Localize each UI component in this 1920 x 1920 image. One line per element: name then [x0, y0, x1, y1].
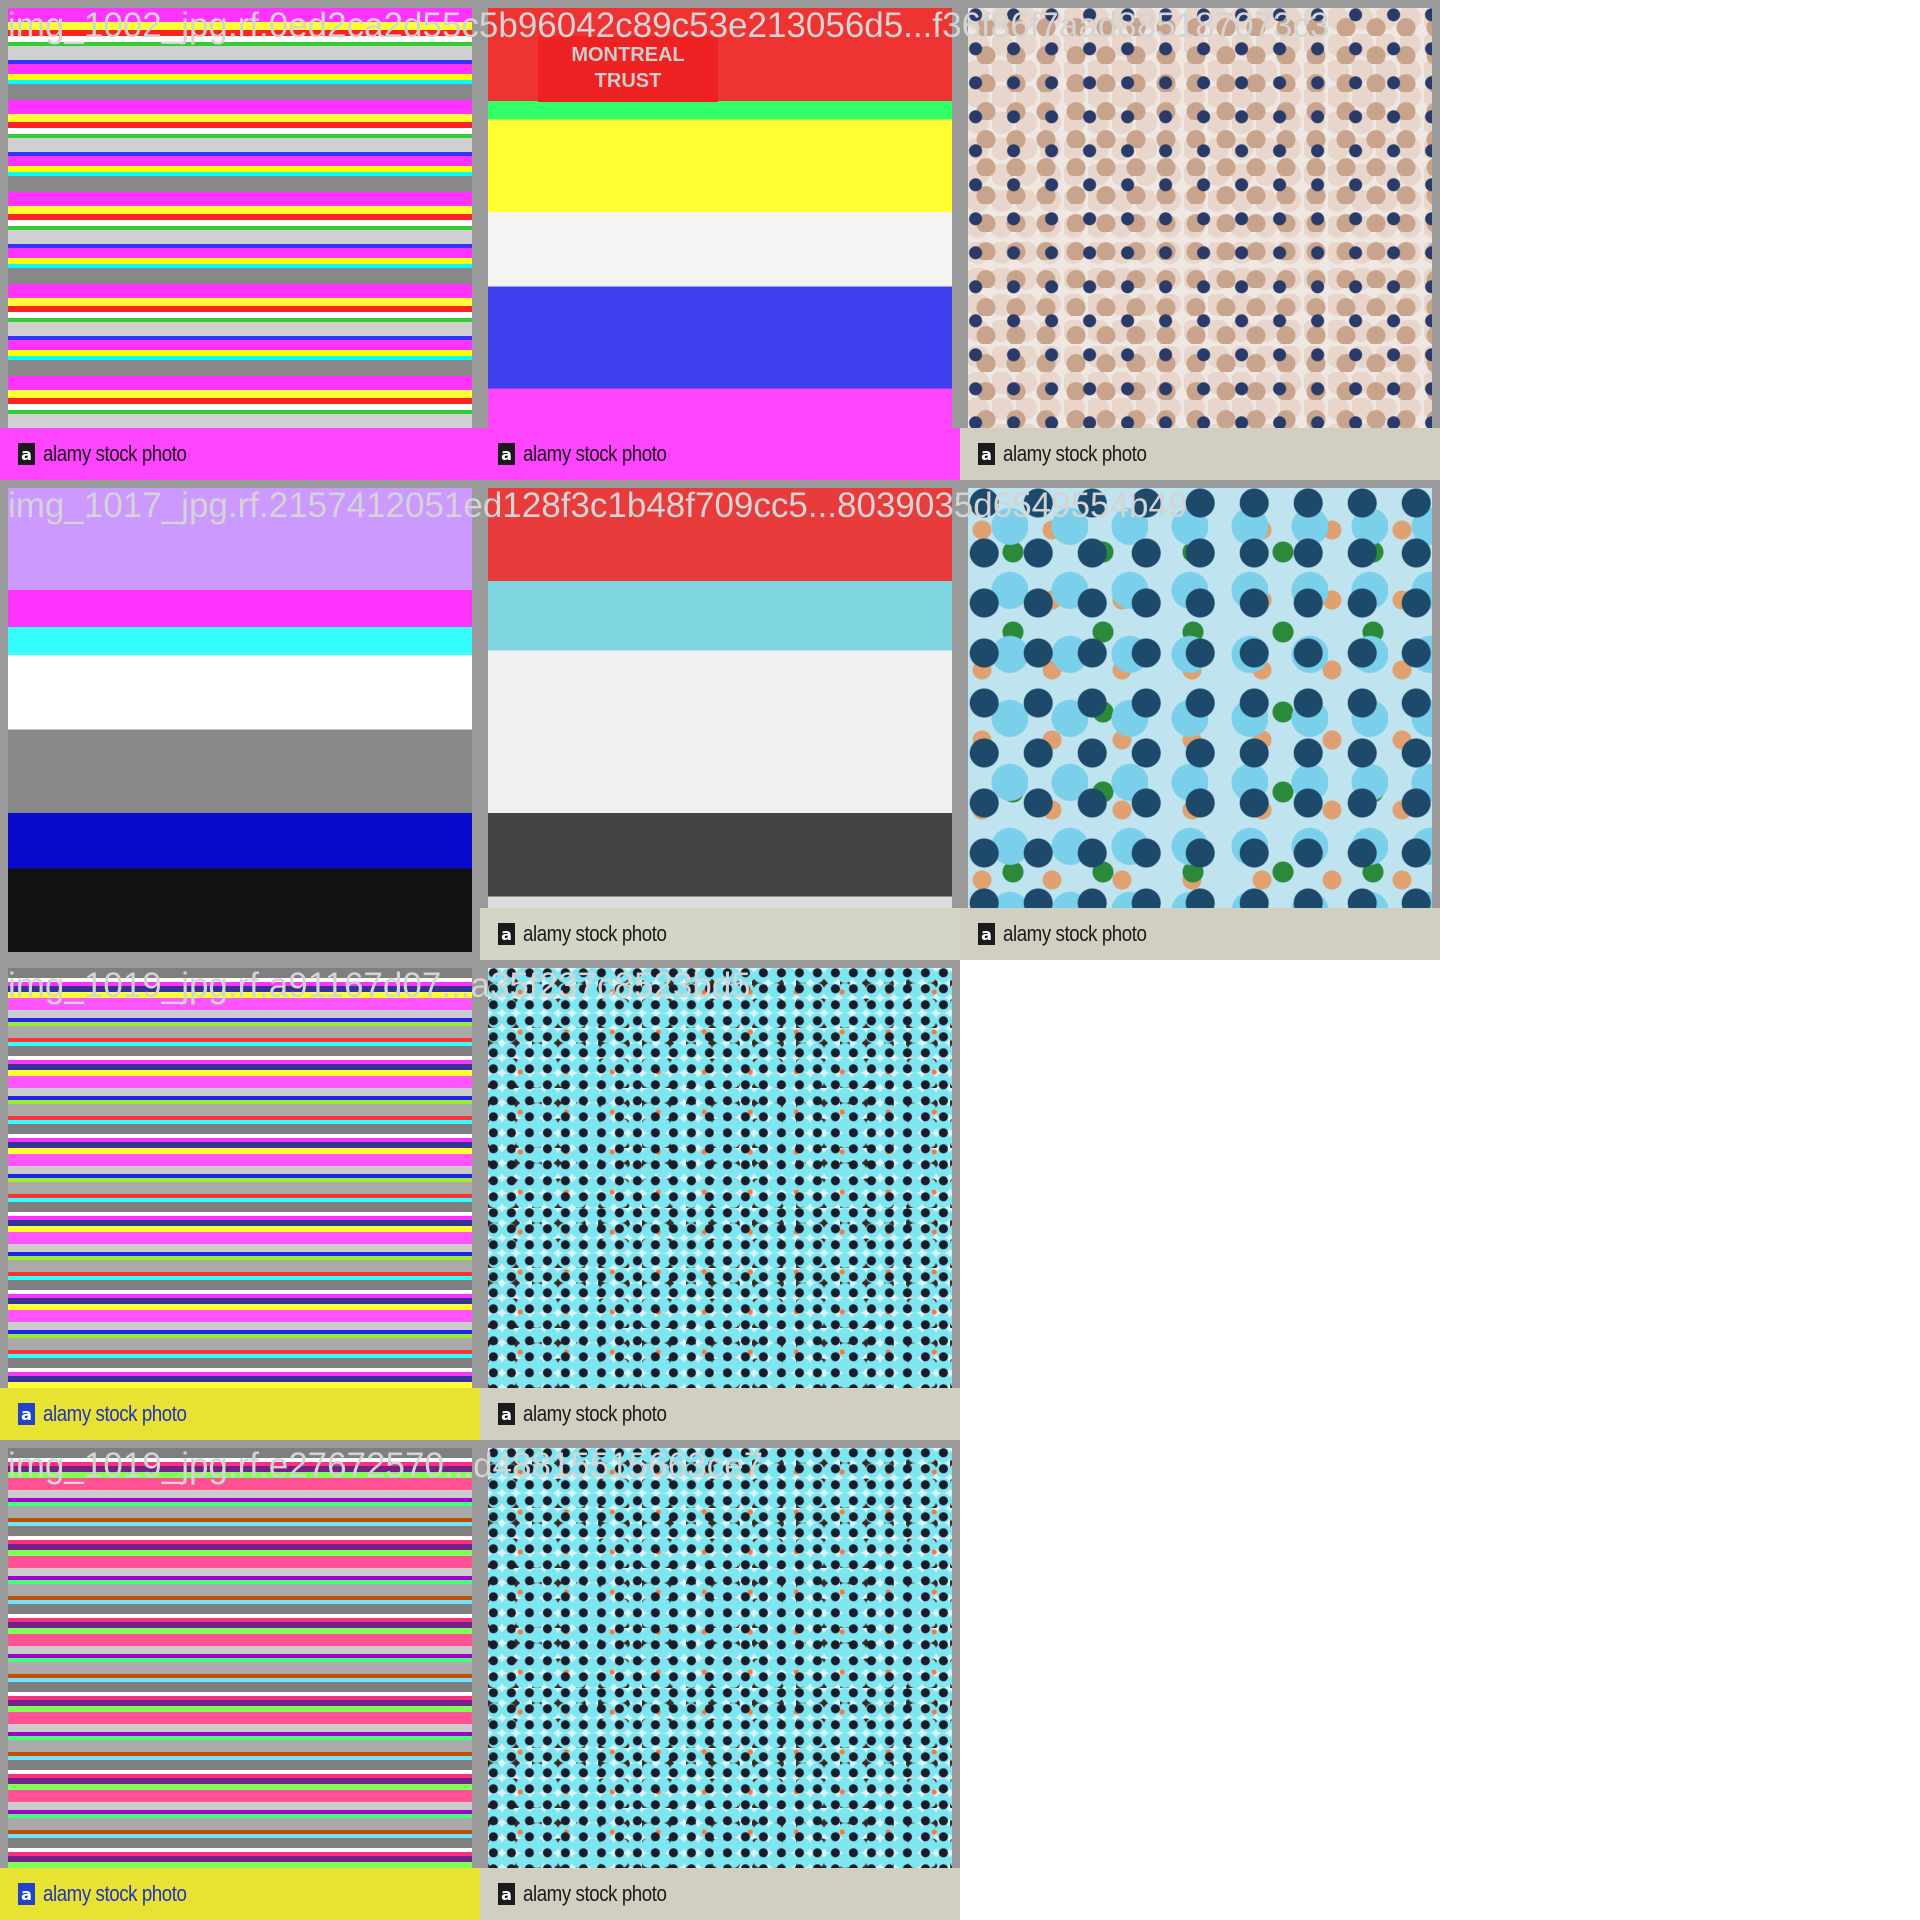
- thumbnail-tile-7[interactable]: a alamy stock photo: [0, 960, 480, 1440]
- thumbnail-image: [488, 488, 952, 952]
- thumbnail-tile-2[interactable]: MONTREAL TRUST a alamy stock photo: [480, 0, 960, 480]
- thumbnail-tile-10[interactable]: a alamy stock photo: [480, 1440, 960, 1920]
- watermark-text: alamy stock photo: [1003, 441, 1147, 466]
- watermark-bar: a alamy stock photo: [0, 1388, 480, 1440]
- watermark-text: alamy stock photo: [43, 441, 187, 466]
- alamy-logo-icon: a: [498, 1403, 515, 1425]
- watermark-text: alamy stock photo: [1003, 921, 1147, 946]
- watermark-text: alamy stock photo: [43, 1401, 187, 1426]
- alamy-logo-icon: a: [18, 1883, 35, 1905]
- thumbnail-tile-9[interactable]: a alamy stock photo: [0, 1440, 480, 1920]
- watermark-text: alamy stock photo: [523, 921, 667, 946]
- watermark-bar: a alamy stock photo: [0, 1868, 480, 1920]
- alamy-logo-icon: a: [18, 443, 35, 465]
- thumbnail-image: [8, 488, 472, 952]
- watermark-bar: a alamy stock photo: [480, 908, 960, 960]
- alamy-logo-icon: a: [498, 1883, 515, 1905]
- alamy-logo-icon: a: [498, 923, 515, 945]
- image-grid-page: { "tiles": [ {"id": "t1", "filename": "i…: [0, 0, 1920, 1920]
- thumbnail-tile-3[interactable]: a alamy stock photo: [960, 0, 1440, 480]
- thumbnail-tile-4[interactable]: [0, 480, 480, 960]
- thumbnail-image: [968, 488, 1432, 952]
- alamy-logo-icon: a: [498, 443, 515, 465]
- thumbnail-image: [488, 968, 952, 1432]
- thumbnail-tile-1[interactable]: a alamy stock photo: [0, 0, 480, 480]
- thumbnail-tile-8[interactable]: a alamy stock photo: [480, 960, 960, 1440]
- thumbnail-image: [8, 8, 472, 472]
- thumbnail-image: [8, 968, 472, 1432]
- thumbnail-image: [488, 1448, 952, 1912]
- watermark-bar: a alamy stock photo: [0, 428, 480, 480]
- watermark-text: alamy stock photo: [523, 1881, 667, 1906]
- watermark-text: alamy stock photo: [523, 441, 667, 466]
- watermark-text: alamy stock photo: [43, 1881, 187, 1906]
- thumbnail-tile-6[interactable]: a alamy stock photo: [960, 480, 1440, 960]
- watermark-bar: a alamy stock photo: [480, 1388, 960, 1440]
- alamy-logo-icon: a: [978, 443, 995, 465]
- watermark-bar: a alamy stock photo: [960, 908, 1440, 960]
- alamy-logo-icon: a: [978, 923, 995, 945]
- watermark-bar: a alamy stock photo: [480, 428, 960, 480]
- alamy-logo-icon: a: [18, 1403, 35, 1425]
- thumbnail-tile-5[interactable]: a alamy stock photo: [480, 480, 960, 960]
- watermark-text: alamy stock photo: [523, 1401, 667, 1426]
- thumbnail-image: [8, 1448, 472, 1912]
- watermark-bar: a alamy stock photo: [960, 428, 1440, 480]
- watermark-bar: a alamy stock photo: [480, 1868, 960, 1920]
- thumbnail-image: MONTREAL TRUST: [488, 8, 952, 472]
- montreal-trust-sign: MONTREAL TRUST: [538, 36, 718, 102]
- thumbnail-image: [968, 8, 1432, 472]
